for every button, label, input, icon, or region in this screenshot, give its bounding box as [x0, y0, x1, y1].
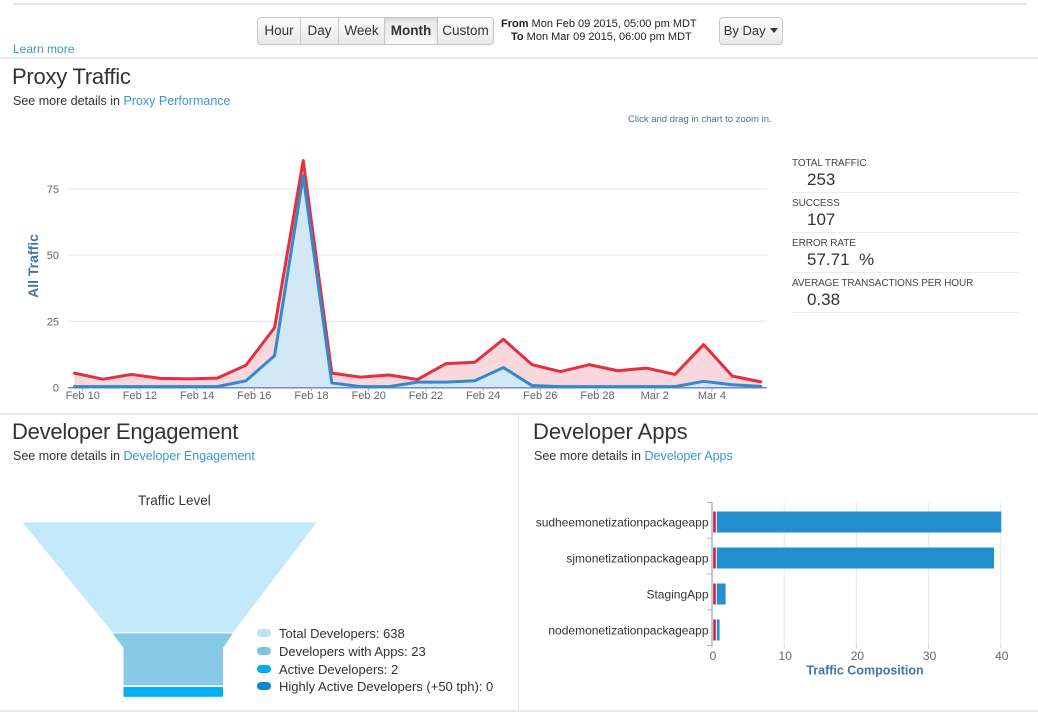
svg-text:Feb 16: Feb 16: [237, 390, 271, 402]
svg-text:Feb 26: Feb 26: [523, 390, 557, 402]
svg-text:0: 0: [710, 649, 717, 663]
svg-text:All Traffic: All Traffic: [25, 234, 41, 298]
svg-text:0: 0: [53, 382, 59, 394]
svg-text:Feb 10: Feb 10: [66, 390, 100, 402]
svg-text:10: 10: [779, 649, 793, 663]
svg-text:20: 20: [851, 649, 865, 663]
svg-text:Feb 24: Feb 24: [466, 390, 500, 402]
svg-text:25: 25: [47, 316, 59, 328]
svg-text:40: 40: [995, 649, 1009, 663]
svg-text:Traffic Composition: Traffic Composition: [806, 664, 923, 678]
svg-text:Feb 28: Feb 28: [580, 390, 614, 402]
svg-text:Feb 20: Feb 20: [352, 390, 386, 402]
svg-text:50: 50: [47, 250, 59, 262]
svg-text:75: 75: [47, 184, 59, 196]
svg-text:Feb 14: Feb 14: [180, 390, 214, 402]
svg-text:30: 30: [923, 649, 937, 663]
svg-text:sudheemonetizationpackageapp: sudheemonetizationpackageapp: [536, 516, 709, 530]
svg-text:Feb 12: Feb 12: [123, 390, 157, 402]
svg-text:Feb 22: Feb 22: [409, 390, 443, 402]
svg-text:Mar 2: Mar 2: [641, 390, 669, 402]
svg-text:Feb 18: Feb 18: [294, 390, 328, 402]
svg-text:StagingApp: StagingApp: [646, 588, 708, 602]
svg-text:Mar 4: Mar 4: [698, 390, 726, 402]
svg-text:sjmonetizationpackageapp: sjmonetizationpackageapp: [566, 552, 708, 566]
svg-text:nodemonetizationpackageapp: nodemonetizationpackageapp: [548, 624, 708, 638]
